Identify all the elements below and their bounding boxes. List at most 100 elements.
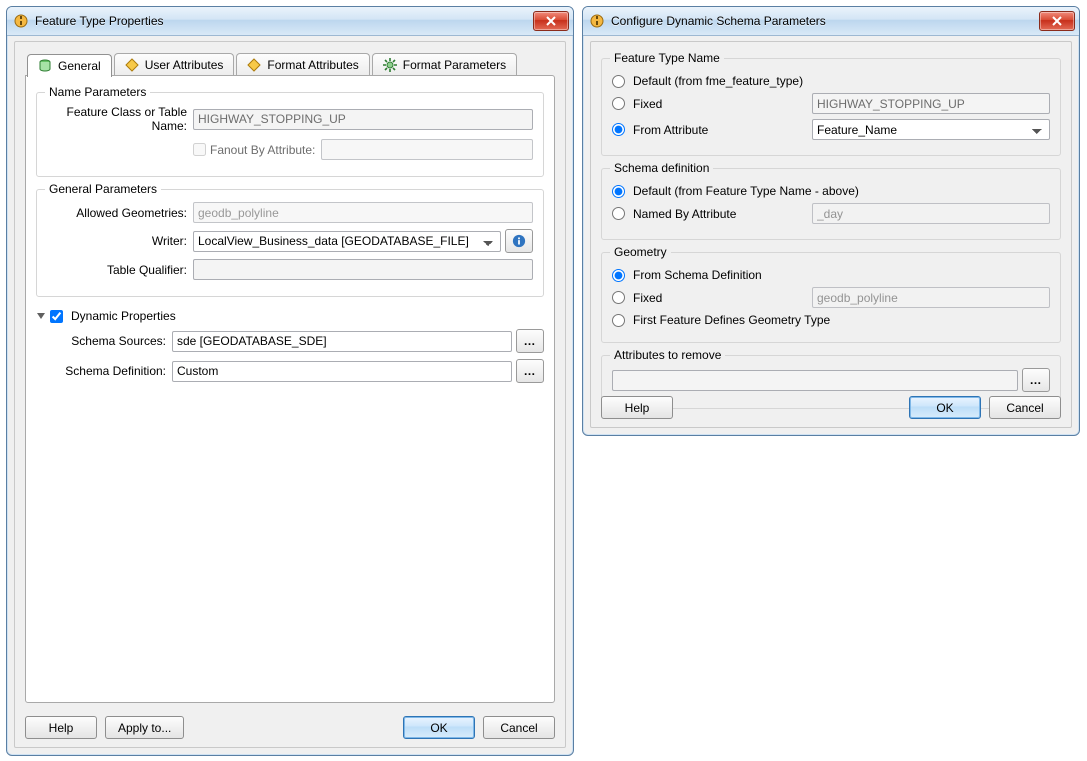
radio-text: Fixed <box>633 97 662 111</box>
ftn-default-radio-label[interactable]: Default (from fme_feature_type) <box>612 74 812 88</box>
close-icon <box>546 16 556 26</box>
radio-text: First Feature Defines Geometry Type <box>633 313 830 327</box>
radio-text: Fixed <box>633 291 662 305</box>
group-legend: Feature Type Name <box>610 51 724 65</box>
fanout-checkbox[interactable] <box>193 143 206 156</box>
writer-select[interactable]: LocalView_Business_data [GEODATABASE_FIL… <box>193 231 501 252</box>
schemadef-named-radio-label[interactable]: Named By Attribute <box>612 207 812 221</box>
feature-type-properties-window: Feature Type Properties General User Att… <box>6 6 574 756</box>
ftn-fixed-radio-label[interactable]: Fixed <box>612 97 812 111</box>
tab-label: Format Attributes <box>267 58 358 72</box>
group-legend: Name Parameters <box>45 85 150 99</box>
cancel-button[interactable]: Cancel <box>483 716 555 739</box>
close-button[interactable] <box>1039 11 1075 31</box>
writer-info-button[interactable] <box>505 229 533 253</box>
window-body: General User Attributes Format Attribute… <box>14 41 566 748</box>
group-legend: Geometry <box>610 245 671 259</box>
tab-label: General <box>58 59 101 73</box>
database-icon <box>38 59 52 73</box>
fanout-label: Fanout By Attribute: <box>210 143 315 157</box>
diamond-icon <box>125 58 139 72</box>
feature-class-label: Feature Class or Table Name: <box>47 105 193 133</box>
tab-format-parameters[interactable]: Format Parameters <box>372 53 517 76</box>
ok-button[interactable]: OK <box>403 716 475 739</box>
attributes-remove-input[interactable] <box>612 370 1018 391</box>
geom-first-feature-radio[interactable] <box>612 314 625 327</box>
schema-sources-label: Schema Sources: <box>46 334 172 348</box>
group-name-parameters: Name Parameters Feature Class or Table N… <box>36 92 544 177</box>
tab-label: Format Parameters <box>403 58 506 72</box>
allowed-geometries-label: Allowed Geometries: <box>47 206 193 220</box>
schemadef-default-radio[interactable] <box>612 185 625 198</box>
schemadef-named-select[interactable]: _day <box>812 203 1050 224</box>
dynamic-properties-header[interactable]: Dynamic Properties <box>36 309 544 323</box>
ellipsis-icon: … <box>524 364 537 378</box>
writer-label: Writer: <box>47 234 193 248</box>
schema-definition-input[interactable] <box>172 361 512 382</box>
configure-dynamic-schema-window: Configure Dynamic Schema Parameters Feat… <box>582 6 1080 436</box>
feature-class-input[interactable] <box>193 109 533 130</box>
ftn-default-radio[interactable] <box>612 75 625 88</box>
geom-fixed-select[interactable]: geodb_polyline <box>812 287 1050 308</box>
window-title: Configure Dynamic Schema Parameters <box>611 14 1039 28</box>
tab-label: User Attributes <box>145 58 224 72</box>
close-icon <box>1052 16 1062 26</box>
group-schema-definition: Schema definition Default (from Feature … <box>601 168 1061 240</box>
ftn-from-attribute-select[interactable]: Feature_Name <box>812 119 1050 140</box>
gear-icon <box>383 58 397 72</box>
ftn-from-attribute-radio[interactable] <box>612 123 625 136</box>
group-legend: General Parameters <box>45 182 161 196</box>
cancel-button[interactable]: Cancel <box>989 396 1061 419</box>
tab-format-attributes[interactable]: Format Attributes <box>236 53 369 76</box>
schema-sources-browse-button[interactable]: … <box>516 329 544 353</box>
allowed-geometries-select[interactable]: geodb_polyline <box>193 202 533 223</box>
ok-button[interactable]: OK <box>909 396 981 419</box>
tabstrip: General User Attributes Format Attribute… <box>25 52 555 76</box>
ftn-fixed-input[interactable] <box>812 93 1050 114</box>
schema-definition-browse-button[interactable]: … <box>516 359 544 383</box>
radio-text: Named By Attribute <box>633 207 736 221</box>
dynamic-properties-label: Dynamic Properties <box>71 309 176 323</box>
table-qualifier-label: Table Qualifier: <box>47 263 193 277</box>
diamond-icon <box>247 58 261 72</box>
group-geometry: Geometry From Schema Definition Fixed ge… <box>601 252 1061 343</box>
disclosure-triangle-icon <box>36 311 46 321</box>
radio-text: Default (from Feature Type Name - above) <box>633 184 859 198</box>
group-general-parameters: General Parameters Allowed Geometries: g… <box>36 189 544 297</box>
tab-general[interactable]: General <box>27 54 112 77</box>
button-bar: Help Apply to... OK Cancel <box>25 716 555 739</box>
ftn-from-attribute-radio-label[interactable]: From Attribute <box>612 123 812 137</box>
close-button[interactable] <box>533 11 569 31</box>
info-icon <box>512 234 526 248</box>
titlebar[interactable]: Feature Type Properties <box>7 7 573 36</box>
dynamic-properties-checkbox[interactable] <box>50 310 63 323</box>
radio-text: From Schema Definition <box>633 268 762 282</box>
ftn-fixed-radio[interactable] <box>612 97 625 110</box>
attributes-remove-browse-button[interactable]: … <box>1022 368 1050 392</box>
schema-definition-label: Schema Definition: <box>46 364 172 378</box>
fanout-attribute-select[interactable] <box>321 139 533 160</box>
geom-from-schema-radio-label[interactable]: From Schema Definition <box>612 268 812 282</box>
schema-sources-input[interactable] <box>172 331 512 352</box>
geom-from-schema-radio[interactable] <box>612 269 625 282</box>
app-icon <box>13 13 29 29</box>
radio-text: From Attribute <box>633 123 708 137</box>
group-legend: Schema definition <box>610 161 713 175</box>
app-icon <box>589 13 605 29</box>
radio-text: Default (from fme_feature_type) <box>633 74 803 88</box>
geom-fixed-radio[interactable] <box>612 291 625 304</box>
schemadef-named-radio[interactable] <box>612 207 625 220</box>
button-bar: Help OK Cancel <box>601 396 1061 419</box>
apply-to-button[interactable]: Apply to... <box>105 716 184 739</box>
geom-fixed-radio-label[interactable]: Fixed <box>612 291 812 305</box>
schemadef-default-radio-label[interactable]: Default (from Feature Type Name - above) <box>612 184 859 198</box>
help-button[interactable]: Help <box>601 396 673 419</box>
titlebar[interactable]: Configure Dynamic Schema Parameters <box>583 7 1079 36</box>
window-body: Feature Type Name Default (from fme_feat… <box>590 41 1072 428</box>
help-button[interactable]: Help <box>25 716 97 739</box>
geom-first-feature-radio-label[interactable]: First Feature Defines Geometry Type <box>612 313 830 327</box>
group-legend: Attributes to remove <box>610 348 725 362</box>
table-qualifier-input[interactable] <box>193 259 533 280</box>
tab-user-attributes[interactable]: User Attributes <box>114 53 235 76</box>
group-feature-type-name: Feature Type Name Default (from fme_feat… <box>601 58 1061 156</box>
